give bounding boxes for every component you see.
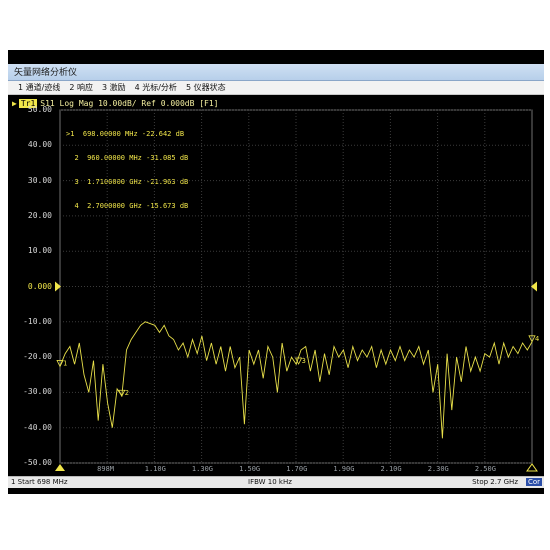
marker-label: 3: [302, 357, 306, 365]
menu-bar: 1 通道/迹线 2 响应 3 激励 4 光标/分析 5 仪器状态: [8, 81, 544, 95]
marker-label: 2: [125, 389, 129, 397]
stop-marker-icon: [526, 463, 538, 472]
menu-instrument-state[interactable]: 5 仪器状态: [186, 81, 226, 94]
status-stop: Stop 2.7 GHz: [472, 478, 518, 486]
menu-channel-trace[interactable]: 1 通道/迹线: [18, 81, 60, 94]
menu-marker-analysis[interactable]: 4 光标/分析: [135, 81, 177, 94]
menu-response[interactable]: 2 响应: [69, 81, 93, 94]
menu-stimulus[interactable]: 3 激励: [102, 81, 126, 94]
status-bar: 1 Start 698 MHz IFBW 10 kHz Stop 2.7 GHz…: [8, 476, 544, 488]
start-marker-icon: [55, 464, 65, 471]
title-bar: 矢量网络分析仪: [8, 64, 544, 81]
s11-plot[interactable]: 1 2 3 4: [8, 96, 544, 476]
measurement-screen: ▶ Tr1 S11 Log Mag 10.00dB/ Ref 0.000dB […: [8, 96, 544, 476]
analyzer-window: 矢量网络分析仪 1 通道/迹线 2 响应 3 激励 4 光标/分析 5 仪器状态…: [8, 50, 544, 494]
status-ifbw: IFBW 10 kHz: [248, 478, 292, 486]
marker-label: 4: [535, 335, 539, 343]
marker-label: 1: [63, 359, 67, 367]
window-title: 矢量网络分析仪: [14, 68, 78, 78]
status-start: 1 Start 698 MHz: [11, 478, 68, 486]
correction-badge[interactable]: Cor: [525, 478, 542, 486]
